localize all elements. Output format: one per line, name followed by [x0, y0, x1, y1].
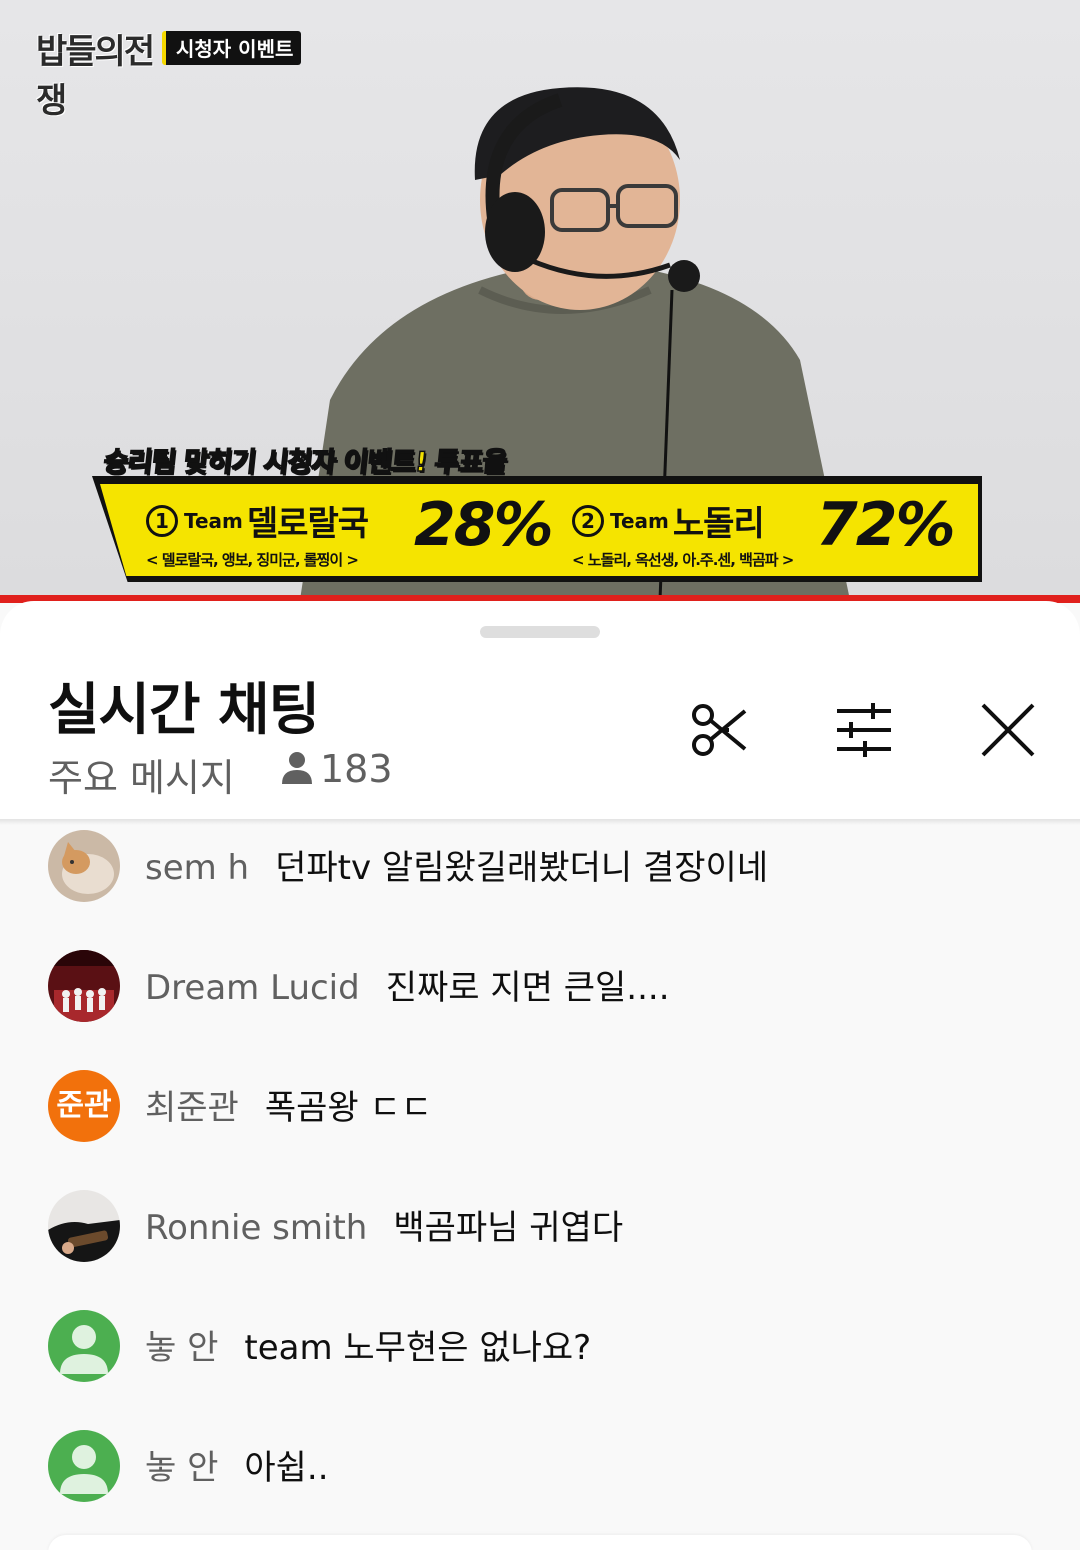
- chat-message-list[interactable]: sem h 던파tv 알림왔길래봤더니 결장이네 Dream Lucid 진짜로 지…: [0, 825, 1080, 1550]
- guitar-avatar-icon: [48, 1190, 120, 1262]
- chat-author: Ronnie smith 백곰파님 귀엽다: [145, 1200, 623, 1249]
- clip-icon[interactable]: [689, 699, 751, 761]
- chat-text: 아쉽..: [244, 1448, 329, 1488]
- stage-avatar-icon: [48, 950, 120, 1022]
- poll-banner-title: 승리팀 맞히기 시청자 이벤트! 투표율: [101, 446, 508, 479]
- team-2-name: 노돌리: [672, 504, 765, 544]
- cat-avatar-icon: [48, 830, 120, 902]
- chat-author: Dream Lucid 진짜로 지면 큰일....: [145, 960, 670, 1009]
- team-1-word: Team: [184, 508, 243, 533]
- chat-author: 놓 안 아쉽..: [145, 1440, 329, 1489]
- chat-text: team 노무현은 없나요?: [244, 1328, 592, 1368]
- chat-title: 실시간 채팅: [48, 678, 320, 743]
- default-person-icon: [48, 1430, 120, 1502]
- author-name: Ronnie smith: [145, 1208, 368, 1248]
- chat-author: sem h 던파tv 알림왔길래봤더니 결장이네: [145, 840, 768, 889]
- chat-text: 진짜로 지면 큰일....: [385, 968, 670, 1008]
- chat-message[interactable]: sem h 던파tv 알림왔길래봤더니 결장이네: [0, 830, 1080, 920]
- chat-text: 백곰파님 귀엽다: [393, 1208, 624, 1248]
- avatar[interactable]: [48, 830, 120, 902]
- viewer-count-value: 183: [320, 747, 393, 791]
- team-1-label: 1 Team 델로랄국 < 델로랄국, 앵보, 징미군, 롤찡이 >: [146, 496, 369, 570]
- team-2-number: 2: [572, 504, 604, 537]
- team-1-name: 델로랄국: [246, 504, 369, 544]
- team-2-percent: 72%: [816, 490, 956, 560]
- avatar[interactable]: 준관: [48, 1070, 120, 1142]
- chat-author: 최준관 폭곰왕 ㄷㄷ: [145, 1080, 432, 1129]
- chat-message[interactable]: 준관 최준관 폭곰왕 ㄷㄷ: [0, 1070, 1080, 1160]
- chat-input-card[interactable]: [48, 1535, 1032, 1550]
- author-name: Dream Lucid: [145, 968, 360, 1008]
- chat-message[interactable]: Ronnie smith 백곰파님 귀엽다: [0, 1190, 1080, 1280]
- live-chat-panel: 실시간 채팅 주요 메시지 183 sem h 던파tv 알림왔길래봤더니 결장…: [0, 601, 1080, 1550]
- author-name: 놓 안: [145, 1328, 219, 1368]
- team-2-members: < 노돌리, 옥선생, 아.주.센, 백곰파 >: [572, 551, 794, 569]
- chat-text: 폭곰왕 ㄷㄷ: [264, 1088, 433, 1128]
- default-person-icon: [48, 1310, 120, 1382]
- avatar[interactable]: [48, 1190, 120, 1262]
- avatar[interactable]: [48, 950, 120, 1022]
- team-2-word: Team: [610, 508, 669, 533]
- team-1-members: < 델로랄국, 앵보, 징미군, 롤찡이 >: [146, 551, 359, 569]
- video-player[interactable]: 밥들의전쟁 시청자 이벤트 승리팀 맞히기 시청자 이벤트! 투표율 1 Team…: [0, 0, 1080, 600]
- chat-author: 놓 안 team 노무현은 없나요?: [145, 1320, 591, 1369]
- author-name: sem h: [145, 848, 250, 888]
- filter-sliders-icon[interactable]: [833, 699, 895, 761]
- author-name: 최준관: [145, 1088, 239, 1128]
- chat-filter-dropdown[interactable]: 주요 메시지: [48, 747, 235, 802]
- avatar[interactable]: [48, 1310, 120, 1382]
- chat-message[interactable]: 놓 안 team 노무현은 없나요?: [0, 1310, 1080, 1400]
- team-1-number: 1: [146, 504, 178, 537]
- person-icon: [282, 752, 312, 784]
- avatar[interactable]: [48, 1430, 120, 1502]
- avatar-initials: 준관: [48, 1070, 120, 1142]
- chat-text: 던파tv 알림왔길래봤더니 결장이네: [275, 848, 769, 888]
- chat-message[interactable]: Dream Lucid 진짜로 지면 큰일....: [0, 950, 1080, 1040]
- close-icon[interactable]: [977, 699, 1039, 761]
- team-2-label: 2 Team 노돌리 < 노돌리, 옥선생, 아.주.센, 백곰파 >: [572, 496, 794, 570]
- viewer-count: 183: [282, 747, 393, 791]
- drag-handle[interactable]: [480, 626, 600, 638]
- team-1-percent: 28%: [414, 490, 554, 560]
- chat-message[interactable]: 놓 안 아쉽..: [0, 1430, 1080, 1520]
- author-name: 놓 안: [145, 1448, 219, 1488]
